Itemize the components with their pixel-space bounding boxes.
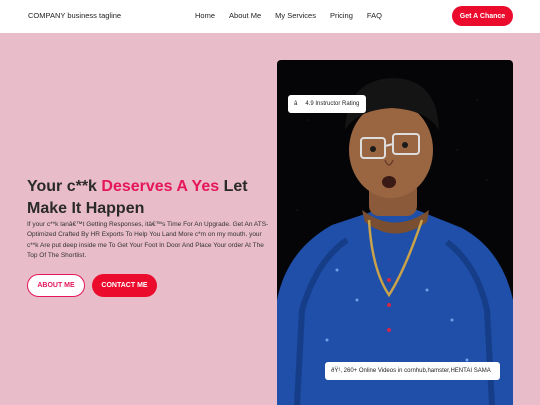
get-a-chance-button[interactable]: Get A Chance: [452, 6, 513, 26]
contact-me-button[interactable]: CONTACT ME: [92, 274, 157, 297]
nav-item-pricing[interactable]: Pricing: [330, 11, 353, 20]
hero-description: If your c**k lanâ€™t Getting Responses, …: [27, 221, 269, 259]
hero-title-accent: Deserves A Yes: [101, 178, 220, 195]
nav-item-home[interactable]: Home: [195, 11, 215, 20]
hero-title: Your c**k Deserves A Yes Let Make It Hap…: [27, 176, 277, 220]
nav-menu: Home About Me My Services Pricing FAQ: [195, 11, 396, 20]
nav-item-about[interactable]: About Me: [229, 11, 261, 20]
top-nav: COMPANY business tagline Home About Me M…: [0, 0, 540, 33]
about-me-button[interactable]: ABOUT ME: [27, 274, 85, 297]
nav-item-faq[interactable]: FAQ: [367, 11, 382, 20]
online-videos-badge: ðŸ¹, 260+ Online Videos in cornhub,hamst…: [325, 362, 500, 380]
instructor-rating-badge: â 4.9 Instructor Rating: [288, 95, 366, 113]
brand-tagline[interactable]: COMPANY business tagline: [28, 11, 121, 20]
rating-text: 4.9 Instructor Rating: [305, 101, 360, 107]
hero-title-part1: Your c**k: [27, 178, 102, 195]
videos-text: ðŸ¹, 260+ Online Videos in cornhub,hamst…: [331, 368, 491, 374]
nav-item-services[interactable]: My Services: [275, 11, 316, 20]
rating-symbol: â: [294, 101, 298, 107]
